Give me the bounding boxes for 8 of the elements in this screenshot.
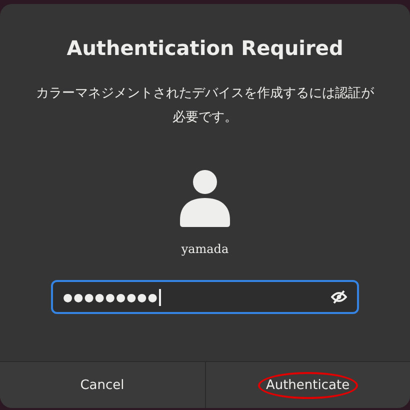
authenticate-button[interactable]: Authenticate [204, 362, 410, 408]
user-avatar-icon [180, 170, 230, 228]
user-name: yamada [181, 242, 229, 256]
password-field[interactable]: ●●●●●●●●● [51, 280, 359, 314]
dialog-title: Authentication Required [66, 36, 344, 60]
hidden-eye-icon[interactable] [331, 290, 347, 304]
dialog-message: カラーマネジメントされたデバイスを作成するには認証が必要です。 [35, 85, 375, 127]
cancel-button[interactable]: Cancel [0, 362, 204, 408]
